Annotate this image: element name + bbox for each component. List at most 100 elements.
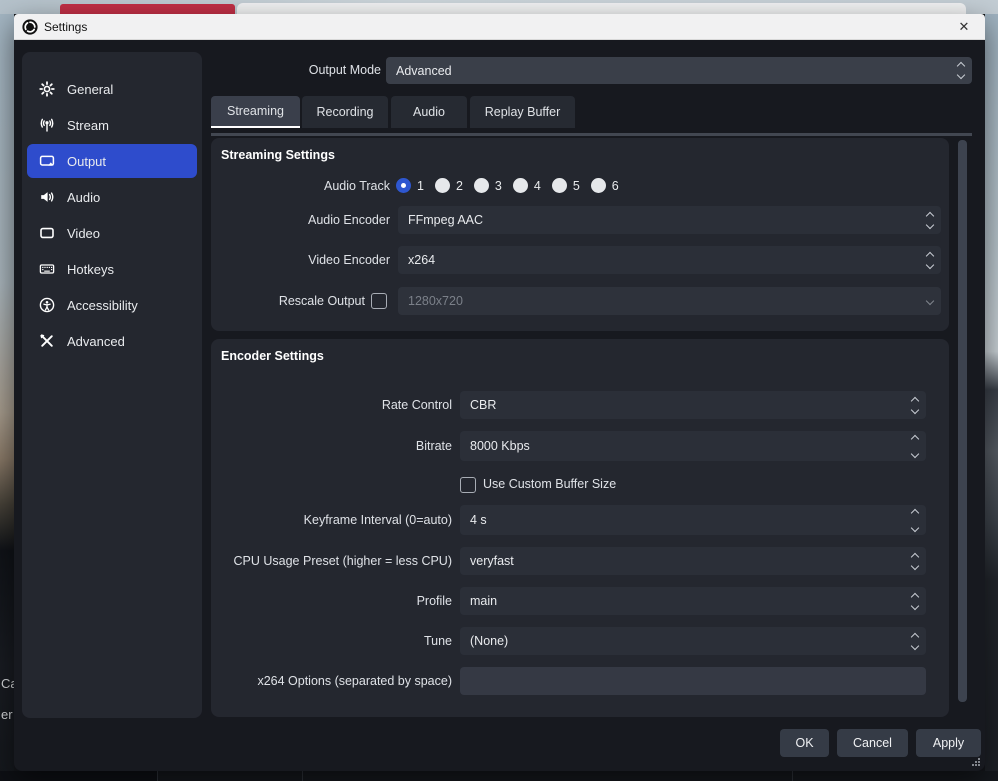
titlebar[interactable]: Settings ✕ [14,14,985,40]
audio-encoder-select[interactable]: FFmpeg AAC [398,206,941,234]
streaming-settings-panel: Streaming Settings Audio Track 1 2 3 4 5… [211,138,949,331]
tab-replay-buffer[interactable]: Replay Buffer [470,96,575,128]
rescale-resolution-value: 1280x720 [398,294,919,308]
tune-value: (None) [460,634,904,648]
apply-button[interactable]: Apply [916,729,981,757]
background-divider [157,771,158,781]
radio-label: 1 [417,179,424,193]
x264-options-label: x264 Options (separated by space) [257,667,452,695]
rate-control-select[interactable]: CBR [460,391,926,419]
sidebar-item-advanced[interactable]: Advanced [27,324,197,358]
radio[interactable] [591,178,606,193]
output-mode-select[interactable]: Advanced [386,57,972,84]
radio-track-1[interactable]: 1 [396,178,424,193]
sidebar-item-label: Advanced [67,334,125,349]
sidebar-item-stream[interactable]: Stream [27,108,197,142]
radio[interactable] [552,178,567,193]
tools-icon [39,333,55,349]
sidebar-item-label: Output [67,154,106,169]
sidebar-item-label: Accessibility [67,298,138,313]
keyframe-interval-spinbox[interactable]: 4 s [460,505,926,535]
tab-audio[interactable]: Audio [391,96,467,128]
rescale-resolution-select[interactable]: 1280x720 [398,287,941,315]
radio[interactable] [513,178,528,193]
desktop-background-right [985,14,998,781]
spinbox-arrows[interactable] [904,431,926,461]
output-mode-label: Output Mode [309,56,381,84]
keyframe-interval-label: Keyframe Interval (0=auto) [304,506,452,534]
x264-options-input[interactable] [460,667,926,695]
combo-spinner[interactable] [950,57,972,84]
custom-buffer-checkbox[interactable] [460,477,476,493]
radio[interactable] [435,178,450,193]
sidebar-item-hotkeys[interactable]: Hotkeys [27,252,197,286]
sidebar-item-video[interactable]: Video [27,216,197,250]
vertical-scrollbar[interactable] [958,140,967,702]
background-window-edge [237,3,966,14]
section-title: Streaming Settings [221,148,335,162]
background-dark-block [0,771,157,781]
profile-value: main [460,594,904,608]
output-mode-value: Advanced [386,64,950,78]
radio[interactable] [474,178,489,193]
sidebar-item-label: Audio [67,190,100,205]
radio-label: 4 [534,179,541,193]
settings-sidebar: General Stream Output [22,52,202,718]
radio-label: 3 [495,179,502,193]
radio-track-3[interactable]: 3 [474,178,502,193]
ok-button[interactable]: OK [780,729,829,757]
combo-spinner[interactable] [919,246,941,274]
close-icon[interactable]: ✕ [951,14,977,40]
combo-spinner[interactable] [904,391,926,419]
profile-select[interactable]: main [460,587,926,615]
tab-streaming[interactable]: Streaming [211,96,300,128]
radio-label: 2 [456,179,463,193]
video-encoder-label: Video Encoder [308,246,390,274]
tab-divider [211,133,972,136]
resize-grip[interactable] [971,757,980,766]
background-text-fragment: er [1,707,13,722]
radio-track-2[interactable]: 2 [435,178,463,193]
audio-encoder-value: FFmpeg AAC [398,213,919,227]
cancel-button[interactable]: Cancel [837,729,908,757]
desktop-background-left [0,14,14,781]
audio-track-label: Audio Track [324,172,390,200]
video-encoder-select[interactable]: x264 [398,246,941,274]
output-icon [39,153,55,169]
sidebar-item-general[interactable]: General [27,72,197,106]
sidebar-item-label: Video [67,226,100,241]
radio-track-6[interactable]: 6 [591,178,619,193]
combo-spinner[interactable] [904,627,926,655]
rescale-output-label: Rescale Output [279,287,365,315]
radio-track-5[interactable]: 5 [552,178,580,193]
background-red-bar [60,4,235,14]
section-title: Encoder Settings [221,349,324,363]
tab-label: Audio [413,105,445,119]
sidebar-item-accessibility[interactable]: Accessibility [27,288,197,322]
combo-dropdown-arrow[interactable] [919,287,941,315]
radio-label: 5 [573,179,580,193]
sidebar-item-label: General [67,82,113,97]
rescale-output-checkbox[interactable] [371,293,387,309]
radio-selected[interactable] [396,178,411,193]
radio-label: 6 [612,179,619,193]
rate-control-value: CBR [460,398,904,412]
sidebar-item-audio[interactable]: Audio [27,180,197,214]
bitrate-label: Bitrate [416,432,452,460]
sidebar-item-label: Stream [67,118,109,133]
spinbox-arrows[interactable] [904,505,926,535]
bitrate-spinbox[interactable]: 8000 Kbps [460,431,926,461]
tab-label: Recording [317,105,374,119]
tune-select[interactable]: (None) [460,627,926,655]
keyframe-interval-value: 4 s [460,513,904,527]
radio-track-4[interactable]: 4 [513,178,541,193]
tab-recording[interactable]: Recording [302,96,388,128]
combo-spinner[interactable] [904,547,926,575]
background-divider [792,771,793,781]
sidebar-item-output[interactable]: Output [27,144,197,178]
combo-spinner[interactable] [904,587,926,615]
tab-label: Streaming [227,104,284,118]
cpu-preset-select[interactable]: veryfast [460,547,926,575]
combo-spinner[interactable] [919,206,941,234]
cpu-preset-label: CPU Usage Preset (higher = less CPU) [234,547,452,575]
